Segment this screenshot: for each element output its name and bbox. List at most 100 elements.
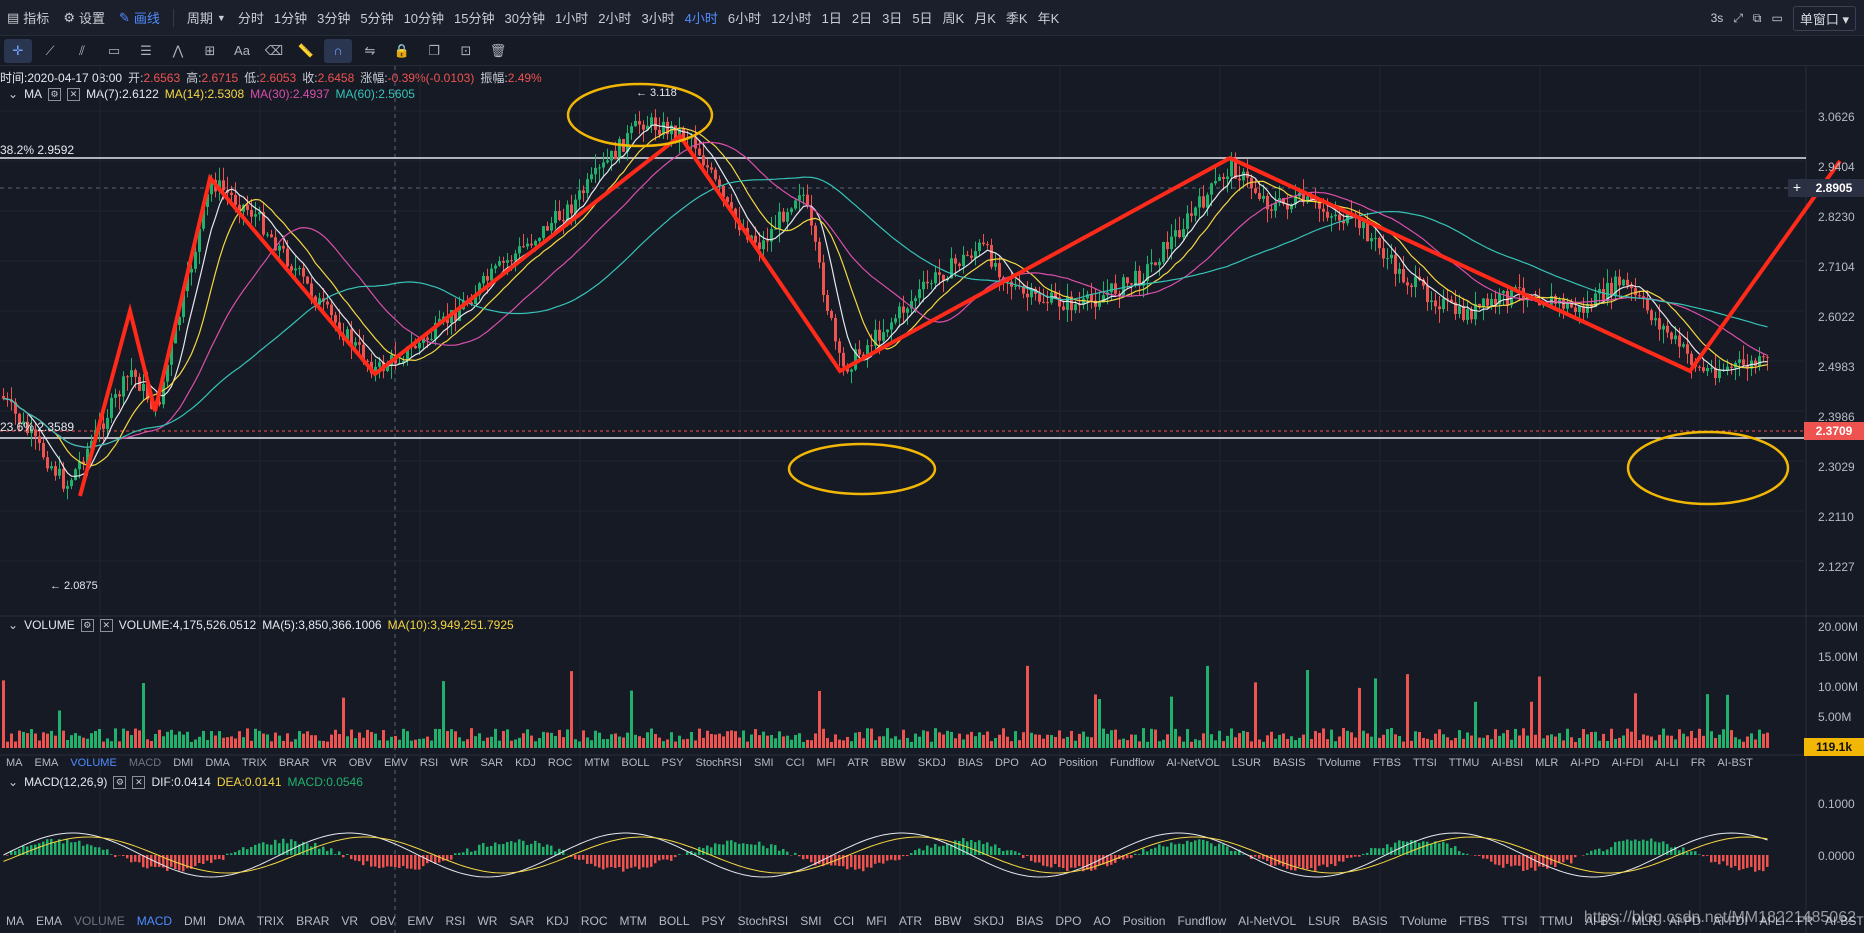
- indicator-tab[interactable]: EMV: [401, 914, 439, 928]
- period-option[interactable]: 4小时: [680, 0, 723, 36]
- indicator-tab[interactable]: DPO: [1049, 914, 1087, 928]
- indicator-tab[interactable]: ROC: [575, 914, 614, 928]
- magnet-icon[interactable]: ∩: [324, 38, 352, 63]
- wave-icon[interactable]: ⋀: [164, 39, 192, 63]
- parallel-channel-icon[interactable]: ⫽: [68, 39, 96, 63]
- indicator-tab[interactable]: DMI: [178, 914, 212, 928]
- indicator-tab[interactable]: PSY: [696, 914, 732, 928]
- indicator-tab[interactable]: EMA: [30, 914, 68, 928]
- indicator-tab[interactable]: RSI: [414, 757, 444, 769]
- period-dropdown[interactable]: 周期 ▼: [180, 0, 233, 36]
- indicator-tab[interactable]: ATR: [893, 914, 928, 928]
- indicator-tab[interactable]: PSY: [656, 757, 690, 769]
- period-option[interactable]: 6小时: [723, 0, 766, 36]
- indicator-tab[interactable]: DMI: [167, 757, 199, 769]
- indicator-tab[interactable]: DPO: [989, 757, 1025, 769]
- window-mode-button[interactable]: 单窗口 ▾: [1792, 5, 1856, 31]
- text-icon[interactable]: Aa: [228, 39, 256, 63]
- indicator-tab[interactable]: BBW: [928, 914, 967, 928]
- sync-icon[interactable]: ⇋: [356, 39, 384, 63]
- indicator-tab[interactable]: Position: [1053, 757, 1104, 769]
- indicator-tab[interactable]: DMA: [199, 757, 235, 769]
- indicator-tab[interactable]: BIAS: [952, 757, 989, 769]
- chart-canvas[interactable]: [0, 66, 1864, 933]
- indicator-tab[interactable]: TTSI: [1496, 914, 1534, 928]
- indicator-tab[interactable]: MACD: [131, 914, 178, 928]
- indicator-tab[interactable]: OBV: [343, 757, 378, 769]
- period-option[interactable]: 30分钟: [500, 0, 550, 36]
- indicator-tab[interactable]: KDJ: [540, 914, 575, 928]
- period-option[interactable]: 15分钟: [449, 0, 499, 36]
- indicator-tab[interactable]: FR: [1685, 757, 1712, 769]
- indicator-tab[interactable]: AI-BSI: [1485, 757, 1529, 769]
- crosshair-icon[interactable]: ✛: [4, 38, 32, 63]
- screenshot-icon[interactable]: ⧉: [1753, 11, 1762, 26]
- indicator-tab[interactable]: AI-LI: [1650, 757, 1685, 769]
- period-option[interactable]: 3分钟: [312, 0, 355, 36]
- indicator-tab[interactable]: BBW: [875, 757, 912, 769]
- indicator-tab[interactable]: SMI: [794, 914, 827, 928]
- indicator-tab[interactable]: AI-FDI: [1606, 757, 1650, 769]
- indicator-tab[interactable]: LSUR: [1226, 757, 1267, 769]
- indicator-tab[interactable]: BIAS: [1010, 914, 1049, 928]
- indicator-tab[interactable]: StochRSI: [732, 914, 795, 928]
- indicator-tab[interactable]: SKDJ: [967, 914, 1010, 928]
- collapse-icon[interactable]: ⌄: [8, 775, 18, 789]
- indicator-tab[interactable]: MA: [0, 757, 29, 769]
- add-alert-icon[interactable]: +: [1788, 179, 1806, 197]
- indicator-tab[interactable]: TTMU: [1534, 914, 1579, 928]
- period-option[interactable]: 季K: [1001, 0, 1033, 36]
- indicator-tab[interactable]: WR: [444, 757, 474, 769]
- hide-icon[interactable]: ⊡: [452, 39, 480, 63]
- indicator-tab[interactable]: StochRSI: [690, 757, 748, 769]
- indicator-tab[interactable]: CCI: [780, 757, 811, 769]
- indicator-tab[interactable]: MFI: [860, 914, 893, 928]
- collapse-icon[interactable]: ⌄: [8, 618, 18, 632]
- indicator-tab[interactable]: BASIS: [1346, 914, 1393, 928]
- indicator-tab[interactable]: TVolume: [1394, 914, 1453, 928]
- fullscreen-icon[interactable]: ⤢: [1733, 11, 1743, 26]
- period-option[interactable]: 5分钟: [355, 0, 398, 36]
- eraser-icon[interactable]: ⌫: [260, 39, 288, 63]
- indicator-tab[interactable]: MTM: [613, 914, 652, 928]
- period-option[interactable]: 12小时: [766, 0, 816, 36]
- close-icon[interactable]: ✕: [132, 775, 146, 789]
- indicator-tab[interactable]: EMV: [378, 757, 414, 769]
- fib-levels-icon[interactable]: ☰: [132, 39, 160, 63]
- trash-icon[interactable]: 🗑: [484, 39, 512, 63]
- period-option[interactable]: 10分钟: [399, 0, 449, 36]
- indicator-tab[interactable]: MACD: [123, 757, 167, 769]
- indicator-tab[interactable]: FTBS: [1453, 914, 1496, 928]
- period-option[interactable]: 2小时: [593, 0, 636, 36]
- indicator-tab[interactable]: BASIS: [1267, 757, 1311, 769]
- indicator-tab[interactable]: MFI: [811, 757, 842, 769]
- period-option[interactable]: 周K: [938, 0, 970, 36]
- indicator-tab[interactable]: KDJ: [509, 757, 542, 769]
- period-option[interactable]: 1日: [817, 0, 847, 36]
- indicator-tab[interactable]: BOLL: [615, 757, 655, 769]
- indicator-tab[interactable]: ROC: [542, 757, 578, 769]
- copy-icon[interactable]: ❐: [420, 39, 448, 63]
- indicator-tab[interactable]: EMA: [29, 757, 65, 769]
- indicator-tab[interactable]: BRAR: [290, 914, 335, 928]
- period-option[interactable]: 分时: [233, 0, 269, 36]
- period-option[interactable]: 2日: [847, 0, 877, 36]
- indicator-tab[interactable]: TRIX: [251, 914, 290, 928]
- indicator-tab[interactable]: TTSI: [1407, 757, 1443, 769]
- lock-icon[interactable]: 🔒: [388, 39, 416, 63]
- measure-icon[interactable]: ⊞: [196, 39, 224, 63]
- indicator-tab[interactable]: AI-NetVOL: [1232, 914, 1302, 928]
- indicator-tab[interactable]: DMA: [212, 914, 251, 928]
- indicator-tab[interactable]: SAR: [474, 757, 509, 769]
- indicator-tab[interactable]: AI-PD: [1564, 757, 1605, 769]
- indicator-tab[interactable]: CCI: [828, 914, 861, 928]
- period-option[interactable]: 年K: [1033, 0, 1065, 36]
- indicator-tab[interactable]: VOLUME: [64, 757, 122, 769]
- period-option[interactable]: 5日: [907, 0, 937, 36]
- indicator-tab[interactable]: VOLUME: [68, 914, 131, 928]
- draw-line-button[interactable]: ✎ 画线: [112, 0, 167, 36]
- trend-line-icon[interactable]: ⟋: [36, 39, 64, 63]
- indicator-tab[interactable]: BRAR: [273, 757, 316, 769]
- period-option[interactable]: 月K: [969, 0, 1001, 36]
- period-option[interactable]: 1分钟: [269, 0, 312, 36]
